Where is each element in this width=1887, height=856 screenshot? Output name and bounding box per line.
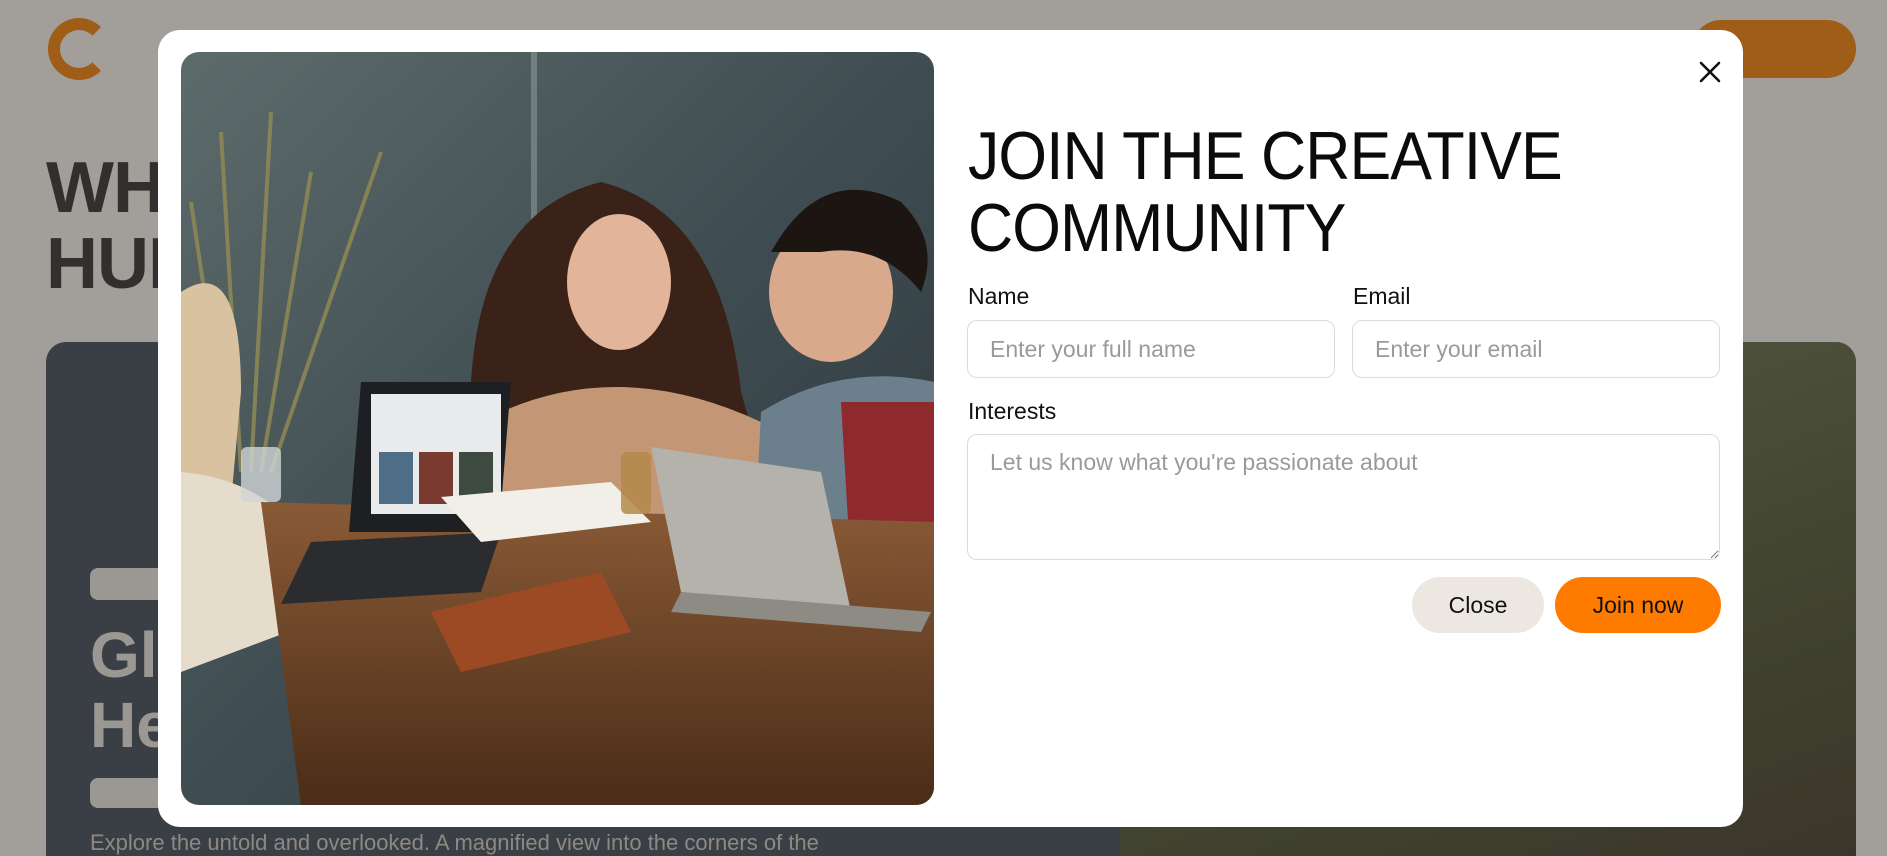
modal-heading: JOIN THE CREATIVE COMMUNITY (968, 120, 1649, 264)
community-photo (181, 52, 934, 805)
join-community-modal: JOIN THE CREATIVE COMMUNITY Name Email I… (158, 30, 1743, 827)
modal-heading-line: COMMUNITY (968, 190, 1346, 266)
email-input[interactable] (1352, 320, 1720, 378)
interests-textarea[interactable] (967, 434, 1720, 560)
close-icon[interactable] (1688, 50, 1732, 94)
name-input[interactable] (967, 320, 1335, 378)
email-label: Email (1353, 283, 1411, 309)
close-button[interactable]: Close (1412, 577, 1544, 633)
modal-heading-line: JOIN THE CREATIVE (968, 118, 1563, 194)
join-now-button[interactable]: Join now (1555, 577, 1721, 633)
name-label: Name (968, 283, 1030, 309)
interests-label: Interests (968, 398, 1057, 424)
